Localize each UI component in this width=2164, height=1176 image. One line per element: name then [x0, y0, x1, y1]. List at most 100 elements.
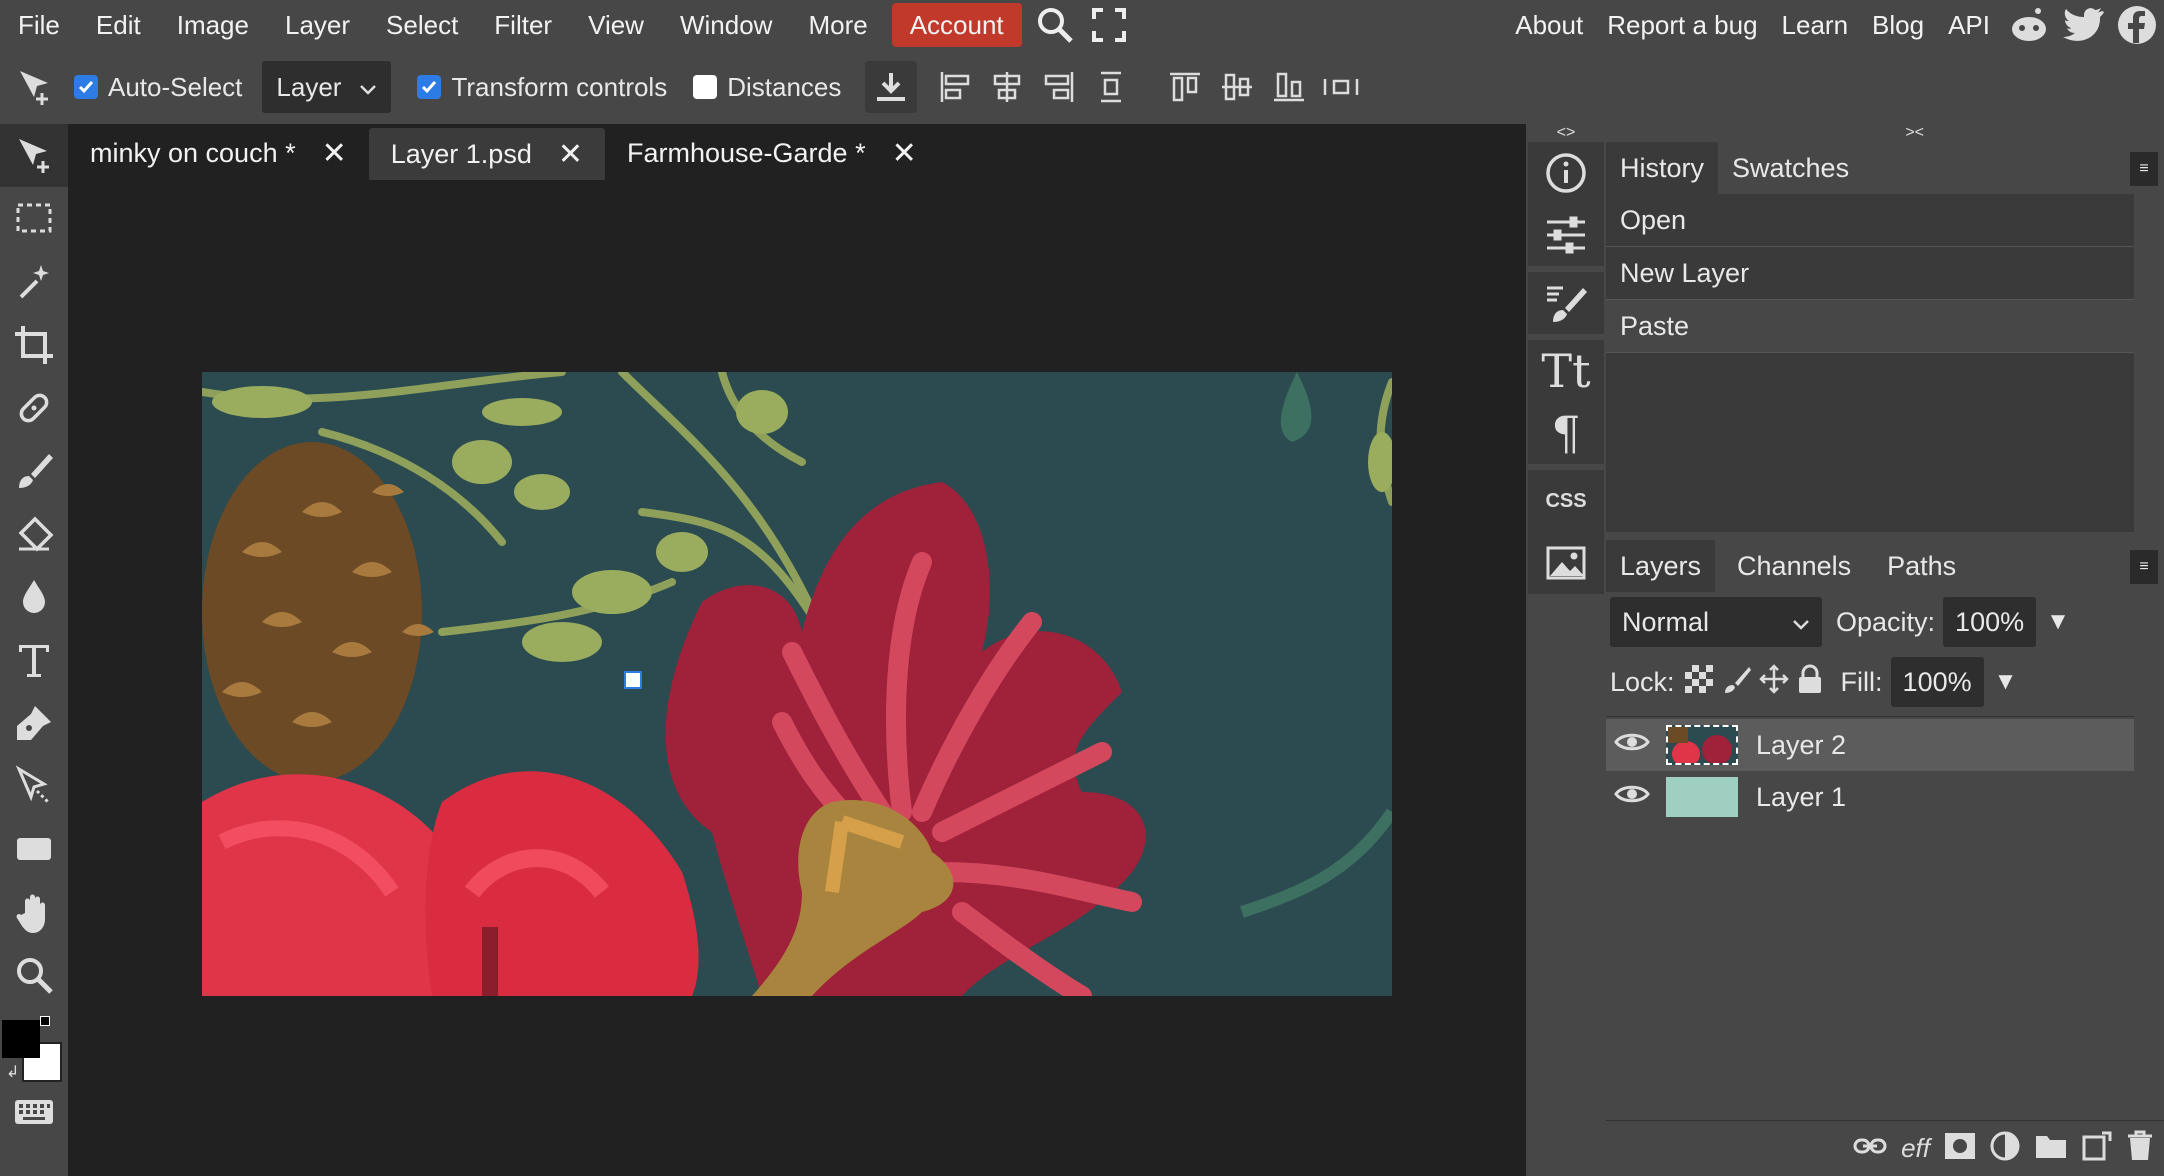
history-item[interactable]: Paste — [1606, 300, 2134, 353]
align-top-icon[interactable] — [1159, 61, 1211, 113]
menu-file[interactable]: File — [0, 0, 78, 50]
new-layer-icon[interactable] — [2082, 1131, 2112, 1166]
tab-paths[interactable]: Paths — [1873, 540, 1970, 592]
panel-menu-icon[interactable]: ≡ — [2130, 550, 2158, 584]
align-bottom-icon[interactable] — [1263, 61, 1315, 113]
align-right-icon[interactable] — [1033, 61, 1085, 113]
search-icon[interactable] — [1028, 0, 1082, 50]
transform-controls-toggle[interactable]: Transform controls — [417, 72, 667, 103]
healing-tool[interactable] — [0, 376, 68, 439]
close-icon[interactable]: ✕ — [892, 136, 917, 171]
blur-tool[interactable] — [0, 565, 68, 628]
menu-view[interactable]: View — [570, 0, 662, 50]
tab-layer-1-psd[interactable]: Layer 1.psd ✕ — [368, 128, 605, 180]
download-icon[interactable] — [865, 61, 918, 113]
image-icon[interactable] — [1528, 532, 1604, 594]
link-layers-icon[interactable] — [1853, 1136, 1887, 1161]
swap-colors-icon[interactable]: ↲ — [6, 1062, 19, 1082]
tab-layers[interactable]: Layers — [1606, 540, 1716, 592]
zoom-tool[interactable] — [0, 943, 68, 1006]
link-blog[interactable]: Blog — [1860, 10, 1936, 41]
transform-controls-checkbox[interactable] — [417, 75, 442, 99]
menu-layer[interactable]: Layer — [267, 0, 368, 50]
info-icon[interactable] — [1528, 142, 1604, 204]
foreground-color-swatch[interactable] — [2, 1020, 40, 1058]
menu-account[interactable]: Account — [891, 3, 1022, 47]
auto-select-target-dropdown[interactable]: Layer — [262, 61, 392, 113]
rectangle-shape-tool[interactable] — [0, 817, 68, 880]
link-report-bug[interactable]: Report a bug — [1595, 10, 1769, 41]
document-canvas[interactable] — [202, 372, 1392, 996]
reset-colors-icon[interactable] — [40, 1016, 50, 1026]
eye-icon[interactable] — [1614, 730, 1650, 761]
tab-swatches[interactable]: Swatches — [1718, 142, 1863, 194]
link-api[interactable]: API — [1936, 10, 2002, 41]
layer-row-layer-2[interactable]: Layer 2 — [1606, 719, 2134, 771]
auto-select-checkbox[interactable] — [74, 75, 98, 99]
magic-wand-tool[interactable] — [0, 250, 68, 313]
keyboard-icon[interactable] — [0, 1086, 68, 1138]
reddit-icon[interactable] — [2002, 0, 2056, 50]
adjustments-icon[interactable] — [1528, 204, 1604, 266]
menu-more[interactable]: More — [790, 0, 885, 50]
twitter-icon[interactable] — [2056, 0, 2110, 50]
opacity-input[interactable]: 100% — [1943, 597, 2037, 647]
close-icon[interactable]: ✕ — [322, 136, 347, 171]
distances-checkbox[interactable] — [693, 75, 718, 99]
collapse-panel-toggle[interactable]: <> — [1526, 124, 1606, 142]
auto-select-toggle[interactable]: Auto-Select — [74, 72, 242, 103]
tab-channels[interactable]: Channels — [1723, 540, 1865, 592]
history-item[interactable]: New Layer — [1606, 247, 2134, 300]
menu-select[interactable]: Select — [368, 0, 476, 50]
brush-settings-icon[interactable] — [1528, 272, 1604, 334]
brush-tool[interactable] — [0, 439, 68, 502]
eye-icon[interactable] — [1614, 782, 1650, 813]
align-center-h-icon[interactable] — [981, 61, 1033, 113]
lock-pixels-icon[interactable] — [1723, 665, 1751, 700]
adjustment-layer-icon[interactable] — [1990, 1131, 2020, 1166]
fill-dropdown-icon[interactable]: ▼ — [1994, 668, 2018, 696]
delete-layer-icon[interactable] — [2126, 1130, 2154, 1167]
distances-toggle[interactable]: Distances — [693, 72, 841, 103]
align-middle-v-icon[interactable] — [1211, 61, 1263, 113]
path-select-tool[interactable] — [0, 754, 68, 817]
eraser-tool[interactable] — [0, 502, 68, 565]
fullscreen-icon[interactable] — [1082, 0, 1136, 50]
fill-input[interactable]: 100% — [1890, 657, 1984, 707]
link-about[interactable]: About — [1503, 10, 1595, 41]
hand-tool[interactable] — [0, 880, 68, 943]
collapse-panels-toggle[interactable]: >< — [1606, 124, 2164, 142]
move-tool-icon[interactable] — [8, 61, 60, 113]
menu-image[interactable]: Image — [159, 0, 267, 50]
effects-icon[interactable]: eff — [1901, 1133, 1930, 1164]
link-learn[interactable]: Learn — [1770, 10, 1861, 41]
tab-minky-on-couch[interactable]: minky on couch * ✕ — [68, 124, 369, 182]
close-icon[interactable]: ✕ — [558, 137, 583, 172]
character-icon[interactable]: Tt — [1528, 340, 1604, 402]
tab-farmhouse-garden[interactable]: Farmhouse-Garde * ✕ — [605, 124, 939, 182]
tab-history[interactable]: History — [1606, 142, 1719, 194]
lock-all-icon[interactable] — [1797, 664, 1823, 701]
css-icon[interactable]: CSS — [1528, 470, 1604, 532]
crop-tool[interactable] — [0, 313, 68, 376]
move-tool[interactable] — [0, 124, 68, 187]
canvas-area[interactable] — [68, 182, 1526, 1176]
layer-row-layer-1[interactable]: Layer 1 — [1606, 771, 2164, 823]
menu-edit[interactable]: Edit — [78, 0, 159, 50]
opacity-dropdown-icon[interactable]: ▼ — [2046, 608, 2070, 636]
text-tool[interactable] — [0, 628, 68, 691]
distribute-v-icon[interactable] — [1085, 61, 1137, 113]
add-mask-icon[interactable] — [1944, 1132, 1976, 1165]
paragraph-icon[interactable]: ¶ — [1528, 402, 1604, 464]
distribute-h-icon[interactable] — [1315, 61, 1367, 113]
panel-menu-icon[interactable]: ≡ — [2130, 152, 2158, 186]
marquee-tool[interactable] — [0, 187, 68, 250]
color-swatches[interactable]: ↲ — [0, 1006, 68, 1086]
lock-transparency-icon[interactable] — [1684, 664, 1713, 700]
lock-position-icon[interactable] — [1758, 663, 1789, 701]
menu-filter[interactable]: Filter — [476, 0, 570, 50]
align-left-icon[interactable] — [929, 61, 981, 113]
history-item[interactable]: Open — [1606, 194, 2134, 247]
menu-window[interactable]: Window — [662, 0, 790, 50]
blend-mode-dropdown[interactable]: Normal — [1610, 597, 1822, 647]
